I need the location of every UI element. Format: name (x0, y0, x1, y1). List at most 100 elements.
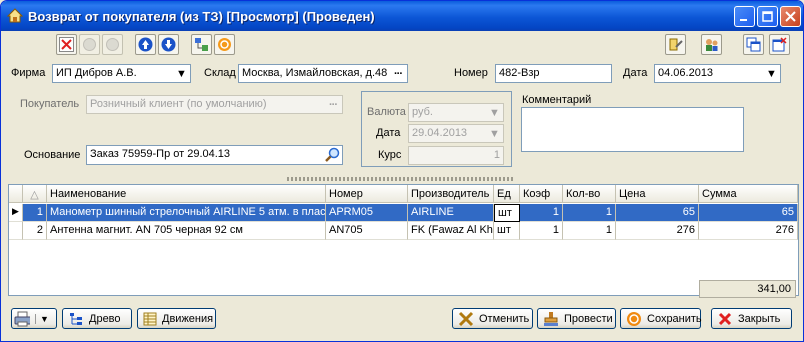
document-window: Возврат от покупателя (из ТЗ) [Просмотр]… (0, 0, 804, 342)
buyer-label: Покупатель (20, 98, 80, 110)
col-header-name[interactable]: Наименование (47, 185, 326, 203)
number-label: Номер (454, 67, 488, 79)
table-cell[interactable]: Антенна магнит. AN 705 черная 92 см (47, 222, 326, 240)
table-cell[interactable]: FK (Fawaz Al Khaja) (408, 222, 494, 240)
close-button[interactable]: Закрыть (711, 308, 792, 329)
save-button-label: Сохранить (647, 312, 702, 325)
structure-icon (195, 38, 208, 51)
basis-value: Заказ 75959-Пр от 29.04.13 (90, 148, 231, 160)
table-cell[interactable]: 1 (563, 222, 616, 240)
tree-button-label: Древо (89, 312, 121, 325)
table-cell[interactable]: Манометр шинный стрелочный AIRLINE 5 атм… (47, 204, 326, 222)
col-header-coef[interactable]: Коэф (520, 185, 563, 203)
chevron-down-icon[interactable]: ▼ (486, 104, 503, 121)
windows-icon (746, 37, 761, 52)
table-cell[interactable]: 276 (699, 222, 798, 240)
current-row-icon: ▶ (9, 204, 23, 222)
buyer-field[interactable]: Розничный клиент (по умолчанию) ··· (86, 95, 343, 114)
movements-button[interactable]: Движения (137, 308, 216, 329)
chevron-down-icon[interactable]: ▼ (763, 65, 780, 82)
users-button[interactable] (701, 34, 722, 55)
basis-field[interactable]: Заказ 75959-Пр от 29.04.13 (86, 145, 343, 165)
number-field[interactable]: 482-Взр (495, 64, 612, 83)
table-cell[interactable]: 1 (520, 222, 563, 240)
splitter-handle[interactable] (287, 177, 515, 181)
number-value: 482-Взр (499, 67, 540, 79)
comment-textarea[interactable] (521, 107, 744, 152)
table-cell[interactable]: шт (494, 222, 520, 240)
print-button[interactable]: ▼ (11, 308, 57, 329)
col-header-number[interactable]: Номер (326, 185, 408, 203)
copy-window-button[interactable] (743, 34, 764, 55)
maximize-button[interactable] (757, 6, 778, 27)
table-cell[interactable]: 1 (563, 204, 616, 222)
cur-date-select[interactable]: 29.04.2013 ▼ (408, 124, 504, 143)
cancel-icon (458, 311, 474, 327)
total-value: 341,00 (757, 283, 791, 295)
move-up-button[interactable] (135, 34, 156, 55)
table-cell[interactable]: APRM05 (326, 204, 408, 222)
search-icon[interactable] (324, 147, 340, 163)
minimize-button[interactable] (734, 6, 755, 27)
currency-value: руб. (412, 106, 433, 118)
chevron-down-icon[interactable]: ▼ (35, 313, 49, 324)
rate-field[interactable]: 1 (408, 146, 504, 165)
users-icon (706, 39, 718, 51)
close-window-button[interactable] (780, 6, 801, 27)
basis-label: Основание (24, 149, 81, 161)
table-cell[interactable]: 2 (23, 222, 47, 240)
table-cell[interactable]: 276 (616, 222, 699, 240)
chevron-down-icon[interactable]: ▼ (173, 65, 190, 82)
stamp-icon (543, 311, 559, 327)
col-header-sum[interactable]: Сумма (699, 185, 798, 203)
table-cell[interactable]: шт (494, 204, 520, 222)
table-cell[interactable]: 65 (616, 204, 699, 222)
disabled-button-2[interactable] (102, 34, 123, 55)
sort-icon[interactable]: △ (23, 185, 47, 203)
exit-icon (772, 37, 787, 52)
date-value: 04.06.2013 (658, 67, 714, 79)
title-bar[interactable]: Возврат от покупателя (из ТЗ) [Просмотр]… (1, 1, 803, 31)
cancel-button[interactable]: Отменить (452, 308, 533, 329)
delete-icon (59, 37, 74, 52)
table-cell[interactable]: 1 (520, 204, 563, 222)
firm-select[interactable]: ИП Дибров А.В. ▼ (52, 64, 191, 83)
close-icon (785, 11, 796, 22)
col-header-qty[interactable]: Кол-во (563, 185, 616, 203)
tools-button[interactable] (665, 34, 686, 55)
arrow-up-icon (138, 37, 153, 52)
disabled-circle-icon (106, 38, 119, 51)
tools-icon (669, 38, 683, 51)
col-header-price[interactable]: Цена (616, 185, 699, 203)
save-button[interactable]: Сохранить (620, 308, 702, 329)
total-field: 341,00 (699, 280, 796, 298)
chevron-down-icon[interactable]: ▼ (486, 125, 503, 142)
tree-button[interactable]: Древо (62, 308, 132, 329)
refresh-icon (218, 38, 231, 51)
firm-value: ИП Дибров А.В. (56, 67, 137, 79)
col-header-unit[interactable]: Ед (494, 185, 520, 203)
table-cell[interactable]: 65 (699, 204, 798, 222)
table-cell[interactable]: AIRLINE (408, 204, 494, 222)
more-icon[interactable]: ··· (389, 65, 407, 82)
close-icon (717, 311, 733, 327)
move-down-button[interactable] (158, 34, 179, 55)
refresh-button[interactable] (214, 34, 235, 55)
window-title: Возврат от покупателя (из ТЗ) [Просмотр]… (28, 9, 375, 24)
firm-label: Фирма (11, 67, 46, 79)
date-select[interactable]: 04.06.2013 ▼ (654, 64, 781, 83)
col-header-manufacturer[interactable]: Производитель (408, 185, 494, 203)
exit-window-button[interactable] (769, 34, 790, 55)
row-indicator-header (9, 185, 23, 203)
delete-button[interactable] (56, 34, 77, 55)
post-button[interactable]: Провести (537, 308, 616, 329)
cur-date-value: 29.04.2013 (412, 127, 468, 139)
more-icon[interactable]: ··· (324, 96, 342, 113)
currency-select[interactable]: руб. ▼ (408, 103, 504, 122)
structure-button[interactable] (191, 34, 212, 55)
table-cell[interactable]: AN705 (326, 222, 408, 240)
disabled-button-1[interactable] (79, 34, 100, 55)
table-cell[interactable]: 1 (23, 204, 47, 222)
save-icon (626, 311, 642, 327)
warehouse-field[interactable]: Москва, Измайловская, д.48 ··· (238, 64, 408, 83)
